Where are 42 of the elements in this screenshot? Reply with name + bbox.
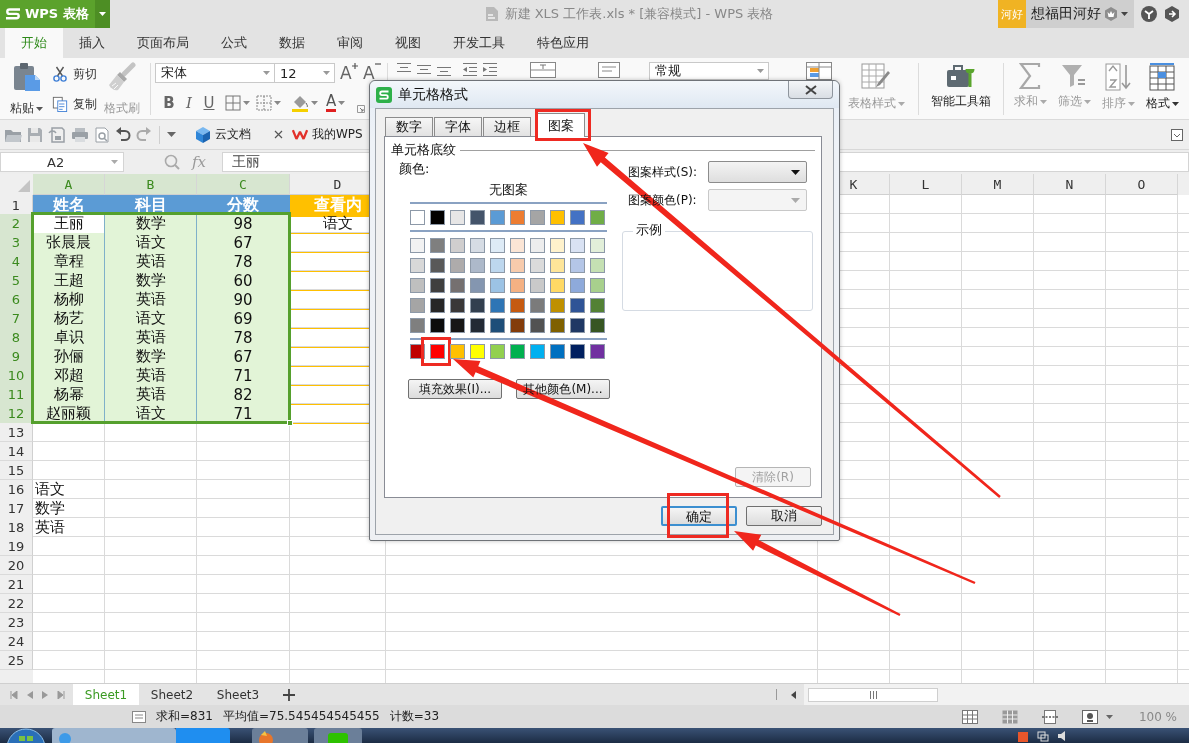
sheet-cell: 90 xyxy=(197,290,290,310)
cell-text: 数学 xyxy=(34,499,66,519)
pattern-style-label: 图案样式(S): xyxy=(628,163,699,181)
status-text: 平均值=75.545454545455 xyxy=(222,708,380,725)
window-title: 新建 XLS 工作表.xls * [兼容模式] - WPS 表格 xyxy=(504,5,774,23)
sheet-cell: 67 xyxy=(197,233,290,253)
sheet-cell: 英语 xyxy=(105,366,197,386)
cell-text: 英语 xyxy=(34,518,66,538)
sheet-cell: 78 xyxy=(197,328,290,348)
sheet-cell: 语文 xyxy=(105,309,197,329)
sheet-cell: 孙俪 xyxy=(33,347,105,367)
sheet-cell: 张晨晨 xyxy=(33,233,105,253)
sheet-cell: 杨幂 xyxy=(33,385,105,405)
sheet-cell: 章程 xyxy=(33,252,105,272)
sheet-cell: 王超 xyxy=(33,271,105,291)
sample-label: 示例 xyxy=(633,221,665,239)
group-title: 单元格底纹 xyxy=(391,141,456,159)
sheet-cell: 语文 xyxy=(105,233,197,253)
cell-text: 语文 xyxy=(34,480,66,500)
sheet-cell: 82 xyxy=(197,385,290,405)
sheet-cell: 英语 xyxy=(105,328,197,348)
sheet-cell: 英语 xyxy=(105,252,197,272)
sheet-cell: 语文 xyxy=(105,404,197,424)
sheet-cell: 数学 xyxy=(105,214,197,234)
sheet-cell: 英语 xyxy=(105,290,197,310)
sheet-cell: 数学 xyxy=(105,347,197,367)
status-text: 计数=33 xyxy=(389,708,440,725)
sheet-cell: 数学 xyxy=(105,271,197,291)
sheet-cell: 71 xyxy=(197,366,290,386)
sheet-cell: 67 xyxy=(197,347,290,367)
sheet-cell: 杨艺 xyxy=(33,309,105,329)
dialog-title: 单元格格式 xyxy=(398,85,468,104)
sheet-cell: 78 xyxy=(197,252,290,272)
sheet-cell: 杨柳 xyxy=(33,290,105,310)
user-badge: 河好 xyxy=(998,0,1026,28)
sheet-cell: 60 xyxy=(197,271,290,291)
color-label: 颜色: xyxy=(399,160,430,178)
sheet-cell: 邓超 xyxy=(33,366,105,386)
sheet-cell: 卓识 xyxy=(33,328,105,348)
status-text: 求和=831 xyxy=(156,708,213,725)
sheet-cell: 英语 xyxy=(105,385,197,405)
sheet-cell: 69 xyxy=(197,309,290,329)
